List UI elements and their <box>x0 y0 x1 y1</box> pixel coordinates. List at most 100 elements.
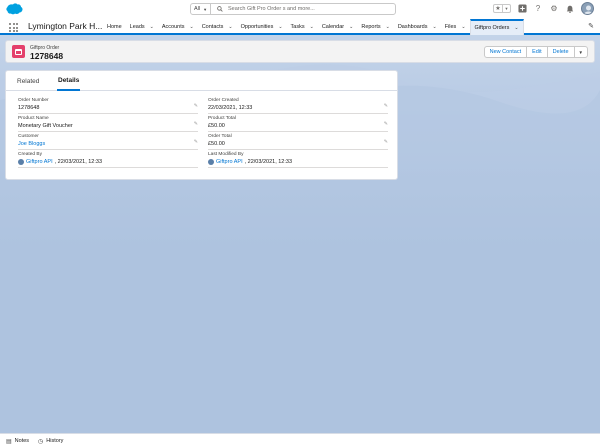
chevron-down-icon[interactable]: ⌄ <box>150 24 154 30</box>
history-utility-button[interactable]: ◷ History <box>38 438 63 445</box>
app-name: Lymington Park H... <box>28 21 103 31</box>
field-value: Giftpro API, 22/03/2021, 12:33 <box>18 159 102 165</box>
nav-item-label: Contacts <box>201 24 224 30</box>
page-background <box>0 0 600 448</box>
customer-link[interactable]: Joe Bloggs <box>18 141 45 147</box>
nav-item-label: Dashboards <box>397 24 428 30</box>
notes-utility-button[interactable]: ▤ Notes <box>6 438 29 445</box>
history-label: History <box>46 438 64 444</box>
created-by-date: , 22/03/2021, 12:33 <box>54 159 103 165</box>
nav-item-dashboards[interactable]: Dashboards ⌄ <box>394 19 441 35</box>
nav-item-label: Reports <box>361 24 381 30</box>
field-last-modified-by: Last Modified By Giftpro API, 22/03/2021… <box>208 151 388 168</box>
global-header: All ▼ Search Gift Pro Order s and more..… <box>0 0 600 19</box>
nav-item-label: Home <box>107 24 122 30</box>
nav-item-label: Tasks <box>290 24 305 30</box>
field-value: Monetary Gift Voucher <box>18 123 73 129</box>
chevron-down-icon: ▼ <box>203 6 208 12</box>
user-icon <box>18 159 24 165</box>
chevron-down-icon[interactable]: ⌄ <box>514 25 518 31</box>
edit-pencil-icon[interactable]: ✎ <box>194 121 198 127</box>
nav-items: Home Leads ⌄ Accounts ⌄ Contacts ⌄ Opportunitie… <box>103 19 524 35</box>
last-modified-by-user-link[interactable]: Giftpro API <box>216 159 243 165</box>
chevron-down-icon[interactable]: ⌄ <box>310 24 314 30</box>
chevron-down-icon[interactable]: ⌄ <box>278 24 282 30</box>
record-tabs: Related Details <box>6 71 397 91</box>
nav-item-tasks[interactable]: Tasks ⌄ <box>287 19 318 35</box>
notes-icon: ▤ <box>6 438 12 445</box>
nav-item-calendar[interactable]: Calendar ⌄ <box>318 19 358 35</box>
header-utility-icons: ★ ▼ ? ⚙ <box>493 2 594 15</box>
new-contact-button[interactable]: New Contact <box>485 47 527 57</box>
more-actions-chevron-icon[interactable]: ▼ <box>573 47 587 57</box>
tab-details[interactable]: Details <box>57 71 81 91</box>
user-icon <box>208 159 214 165</box>
field-value: £50.00 <box>208 141 225 147</box>
favorites-button[interactable]: ★ ▼ <box>493 4 511 13</box>
utility-bar: ▤ Notes ◷ History <box>0 433 600 448</box>
edit-pencil-icon[interactable]: ✎ <box>384 121 388 127</box>
nav-item-home[interactable]: Home <box>103 19 126 35</box>
edit-button[interactable]: Edit <box>526 47 546 57</box>
created-by-user-link[interactable]: Giftpro API <box>26 159 53 165</box>
field-product-total: Product Total £50.00 ✎ <box>208 115 388 132</box>
field-label: Product Total <box>208 116 236 121</box>
record-title: 1278648 <box>30 51 64 61</box>
chevron-down-icon: ▼ <box>502 5 510 12</box>
user-avatar[interactable] <box>581 2 594 15</box>
edit-pencil-icon[interactable]: ✎ <box>384 139 388 145</box>
record-header: Giftpro Order 1278648 New Contact Edit D… <box>5 40 595 63</box>
edit-pencil-icon[interactable]: ✎ <box>194 139 198 145</box>
field-customer: Customer Joe Bloggs ✎ <box>18 133 198 150</box>
nav-item-contacts[interactable]: Contacts ⌄ <box>198 19 237 35</box>
nav-item-accounts[interactable]: Accounts ⌄ <box>158 19 198 35</box>
notes-label: Notes <box>14 438 30 444</box>
notifications-bell-icon[interactable] <box>565 4 575 14</box>
chevron-down-icon[interactable]: ⌄ <box>432 24 436 30</box>
last-modified-date: , 22/03/2021, 12:33 <box>244 159 293 165</box>
nav-item-label: Accounts <box>161 24 185 30</box>
field-value: Giftpro API, 22/03/2021, 12:33 <box>208 159 292 165</box>
chevron-down-icon[interactable]: ⌄ <box>228 24 232 30</box>
field-label: Order Number <box>18 98 49 103</box>
salesforce-logo-icon[interactable] <box>6 3 23 15</box>
field-product-name: Product Name Monetary Gift Voucher ✎ <box>18 115 198 132</box>
app-launcher-waffle-icon[interactable] <box>9 23 18 32</box>
field-created-by: Created By Giftpro API, 22/03/2021, 12:3… <box>18 151 198 168</box>
help-icon[interactable]: ? <box>533 4 543 14</box>
giftpro-order-record-icon <box>12 45 25 58</box>
chevron-down-icon[interactable]: ⌄ <box>461 24 465 30</box>
nav-item-label: Opportunities <box>240 24 274 30</box>
field-label: Customer <box>18 134 39 139</box>
field-label: Last Modified By <box>208 152 244 157</box>
nav-item-label: Giftpro Orders <box>474 25 510 31</box>
field-label: Order Created <box>208 98 239 103</box>
history-clock-icon: ◷ <box>38 438 44 445</box>
nav-item-label: Files <box>444 24 457 30</box>
field-value: £50.00 <box>208 123 225 129</box>
nav-item-label: Leads <box>129 24 145 30</box>
search-input[interactable]: Search Gift Pro Order s and more... <box>211 6 395 12</box>
chevron-down-icon[interactable]: ⌄ <box>190 24 194 30</box>
record-actions: New Contact Edit Delete ▼ <box>483 46 588 58</box>
nav-item-giftpro-orders[interactable]: Giftpro Orders ⌄ <box>469 19 524 35</box>
field-order-total: Order Total £50.00 ✎ <box>208 133 388 150</box>
setup-gear-icon[interactable]: ⚙ <box>549 4 559 14</box>
edit-nav-pencil-icon[interactable]: ✎ <box>588 22 594 30</box>
tab-related[interactable]: Related <box>17 71 39 91</box>
edit-pencil-icon[interactable]: ✎ <box>384 103 388 109</box>
edit-pencil-icon[interactable]: ✎ <box>194 103 198 109</box>
chevron-down-icon[interactable]: ⌄ <box>349 24 353 30</box>
field-order-created: Order Created 22/03/2021, 12:33 ✎ <box>208 97 388 114</box>
delete-button[interactable]: Delete <box>546 47 574 57</box>
nav-item-files[interactable]: Files ⌄ <box>441 19 470 35</box>
details-card: Related Details Order Number 1278648 ✎ O… <box>5 70 398 180</box>
nav-item-label: Calendar <box>321 24 345 30</box>
nav-item-opportunities[interactable]: Opportunities ⌄ <box>237 19 287 35</box>
nav-item-leads[interactable]: Leads ⌄ <box>126 19 158 35</box>
chevron-down-icon[interactable]: ⌄ <box>386 24 390 30</box>
global-actions-plus-icon[interactable] <box>517 4 527 14</box>
star-icon: ★ <box>495 6 501 12</box>
nav-item-reports[interactable]: Reports ⌄ <box>357 19 393 35</box>
search-scope-select[interactable]: All ▼ <box>191 4 211 14</box>
